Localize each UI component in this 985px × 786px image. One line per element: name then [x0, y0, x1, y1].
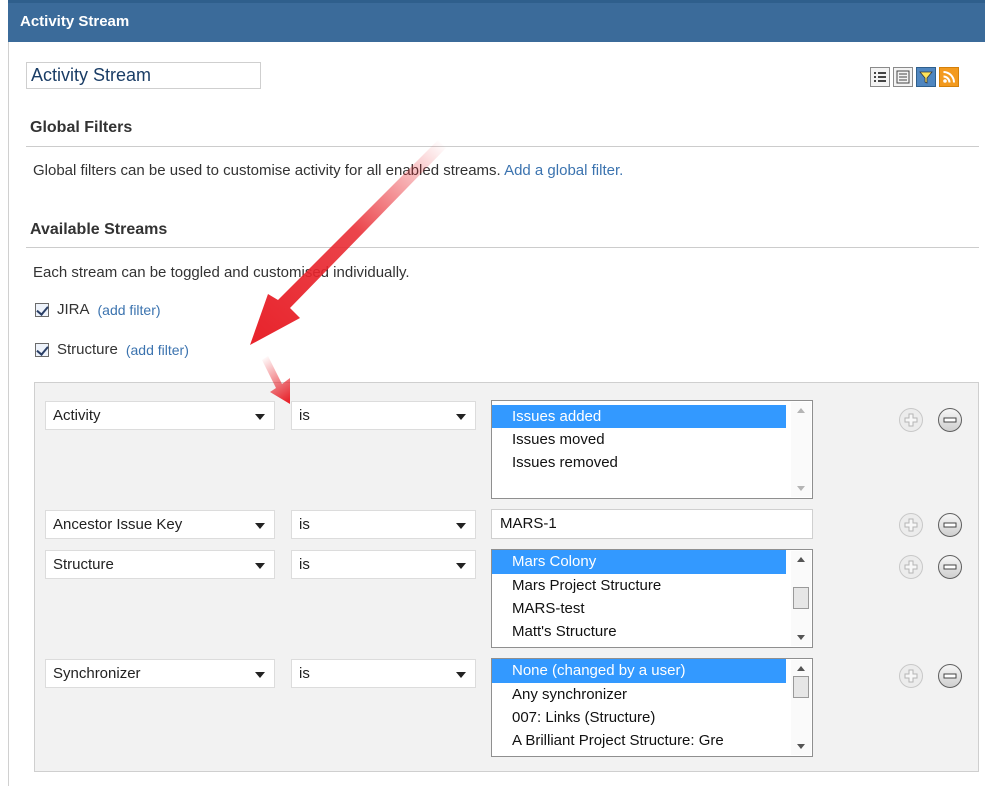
remove-condition-button[interactable] — [938, 555, 962, 579]
list-option[interactable]: MARS-test — [492, 597, 786, 620]
scrollbar-thumb[interactable] — [793, 587, 809, 609]
filter-4-field-value: Synchronizer — [53, 665, 141, 682]
available-streams-divider — [26, 247, 979, 248]
stream-structure: Structure (add filter) — [35, 341, 189, 358]
scrollbar-thumb[interactable] — [793, 676, 809, 698]
scroll-down-icon[interactable] — [797, 635, 805, 640]
ancestor-issue-key-value: MARS-1 — [500, 515, 557, 532]
jira-label: JIRA — [57, 301, 90, 318]
add-condition-button[interactable] — [899, 408, 923, 432]
structure-label: Structure — [57, 341, 118, 358]
available-streams-heading: Available Streams — [30, 221, 168, 238]
plus-icon — [904, 560, 918, 574]
detail-view-icon — [896, 70, 910, 84]
plus-icon — [904, 669, 918, 683]
stream-jira: JIRA (add filter) — [35, 301, 161, 318]
filter-4-field-select[interactable]: Synchronizer — [45, 659, 275, 688]
chevron-down-icon — [456, 672, 466, 678]
scrollbar[interactable] — [791, 402, 811, 497]
filter-3-field-value: Structure — [53, 556, 114, 573]
structure-checkbox[interactable] — [35, 342, 49, 357]
filter-2-operator-select[interactable]: is — [291, 510, 476, 539]
filter-1-field-value: Activity — [53, 407, 101, 424]
global-filters-description: Global filters can be used to customise … — [33, 162, 623, 179]
minus-icon — [943, 673, 957, 679]
plus-icon — [904, 413, 918, 427]
stream-title-input[interactable] — [26, 62, 261, 89]
structure-add-filter-link[interactable]: (add filter) — [126, 342, 189, 358]
filter-2-field-value: Ancestor Issue Key — [53, 516, 183, 533]
filter-1-operator-value: is — [299, 407, 310, 424]
window-title-bar: Activity Stream — [8, 0, 985, 42]
filter-4-operator-select[interactable]: is — [291, 659, 476, 688]
list-option[interactable]: None (changed by a user) — [492, 659, 786, 683]
global-filters-heading: Global Filters — [30, 119, 133, 136]
list-option[interactable]: 007: Links (Structure) — [492, 706, 786, 729]
detail-view-button[interactable] — [893, 67, 913, 87]
list-view-icon — [874, 72, 886, 82]
add-condition-button[interactable] — [899, 555, 923, 579]
list-option[interactable]: Any synchronizer — [492, 683, 786, 706]
filter-icon — [919, 71, 933, 84]
list-option[interactable]: Issues removed — [492, 451, 786, 474]
chevron-down-icon — [255, 563, 265, 569]
chevron-down-icon — [456, 563, 466, 569]
filter-3-operator-value: is — [299, 556, 310, 573]
plus-icon — [904, 518, 918, 532]
view-toolbar — [870, 67, 959, 89]
remove-condition-button[interactable] — [938, 664, 962, 688]
chevron-down-icon — [456, 414, 466, 420]
chevron-down-icon — [255, 414, 265, 420]
remove-condition-button[interactable] — [938, 408, 962, 432]
filter-1-operator-select[interactable]: is — [291, 401, 476, 430]
add-condition-button[interactable] — [899, 664, 923, 688]
scrollbar[interactable] — [791, 551, 811, 646]
scroll-up-icon[interactable] — [797, 408, 805, 413]
chevron-down-icon — [255, 523, 265, 529]
filter-3-values-listbox[interactable]: Mars Colony Mars Project Structure MARS-… — [491, 549, 813, 648]
filter-2-operator-value: is — [299, 516, 310, 533]
minus-icon — [943, 417, 957, 423]
minus-icon — [943, 564, 957, 570]
chevron-down-icon — [255, 672, 265, 678]
list-option[interactable]: Mars Project Structure — [492, 574, 786, 597]
filter-3-operator-select[interactable]: is — [291, 550, 476, 579]
add-condition-button[interactable] — [899, 513, 923, 537]
remove-condition-button[interactable] — [938, 513, 962, 537]
list-option[interactable]: Issues moved — [492, 428, 786, 451]
minus-icon — [943, 522, 957, 528]
jira-add-filter-link[interactable]: (add filter) — [98, 302, 161, 318]
ancestor-issue-key-input[interactable]: MARS-1 — [491, 509, 813, 539]
rss-feed-button[interactable] — [939, 67, 959, 87]
filter-4-operator-value: is — [299, 665, 310, 682]
chevron-down-icon — [456, 523, 466, 529]
jira-checkbox[interactable] — [35, 302, 49, 317]
scroll-up-icon[interactable] — [797, 557, 805, 562]
add-global-filter-link[interactable]: Add a global filter. — [504, 162, 623, 179]
filter-2-field-select[interactable]: Ancestor Issue Key — [45, 510, 275, 539]
available-streams-description: Each stream can be toggled and customise… — [33, 264, 410, 281]
scroll-up-icon[interactable] — [797, 666, 805, 671]
scroll-down-icon[interactable] — [797, 486, 805, 491]
filter-button[interactable] — [916, 67, 936, 87]
filter-1-field-select[interactable]: Activity — [45, 401, 275, 430]
filter-4-values-listbox[interactable]: None (changed by a user) Any synchronize… — [491, 658, 813, 757]
filter-1-values-listbox[interactable]: Issues added Issues moved Issues removed — [491, 400, 813, 499]
rss-icon — [943, 71, 955, 83]
left-border — [8, 42, 9, 786]
global-filters-text: Global filters can be used to customise … — [33, 162, 501, 179]
list-option[interactable]: Matt's Structure — [492, 620, 786, 643]
window-title: Activity Stream — [20, 13, 130, 30]
filter-3-field-select[interactable]: Structure — [45, 550, 275, 579]
scrollbar[interactable] — [791, 660, 811, 755]
scroll-down-icon[interactable] — [797, 744, 805, 749]
list-option[interactable]: A Brilliant Project Structure: Gre — [492, 729, 786, 752]
list-option[interactable]: Issues added — [492, 405, 786, 428]
list-option[interactable]: Mars Colony — [492, 550, 786, 574]
global-filters-divider — [26, 146, 979, 147]
list-view-button[interactable] — [870, 67, 890, 87]
